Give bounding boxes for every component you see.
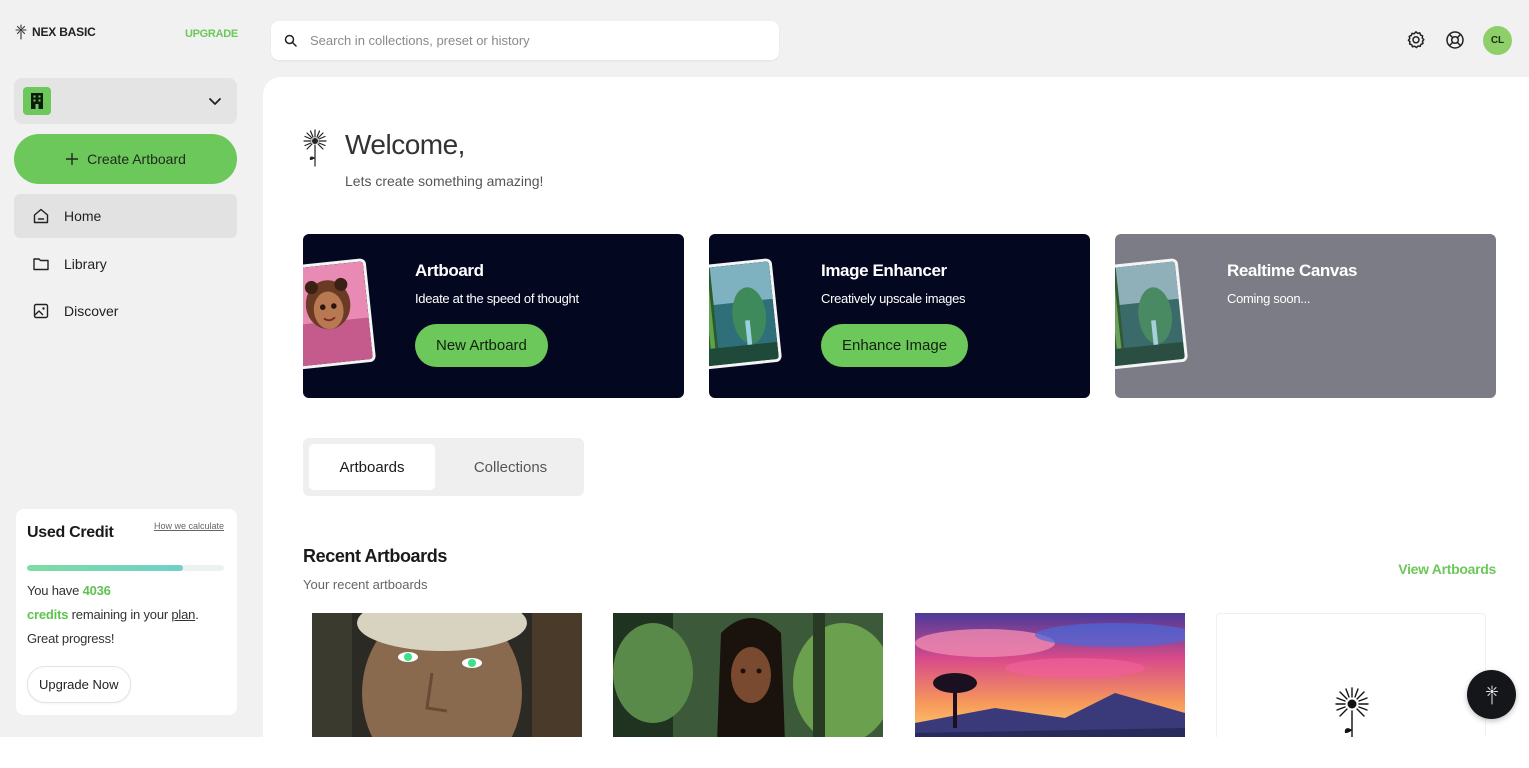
home-icon [33, 208, 49, 224]
flower-logo-icon [303, 129, 327, 167]
feature-title: Artboard [415, 261, 484, 280]
feature-card-realtime-canvas: Realtime Canvas Coming soon... [1115, 234, 1496, 398]
brand: NEX BASIC [14, 24, 96, 40]
canvas-thumbnail [1115, 257, 1189, 371]
create-artboard-button[interactable]: Create Artboard [14, 134, 237, 184]
flower-logo-icon [15, 24, 27, 40]
credit-text-mid: remaining in your [71, 607, 169, 622]
tab-bar: Artboards Collections [303, 438, 584, 496]
credit-progress-text: Great progress! [27, 631, 115, 646]
assistant-fab-button[interactable] [1467, 670, 1516, 719]
artboard-thumbnail [915, 613, 1185, 737]
search-icon [284, 34, 297, 47]
main-content: Welcome, Lets create something amazing! … [263, 77, 1529, 737]
sidebar-item-library[interactable]: Library [14, 242, 237, 286]
artboard-card[interactable] [915, 613, 1185, 737]
credit-credits-word: credits [27, 607, 69, 622]
gear-icon[interactable] [1406, 30, 1426, 50]
view-artboards-link[interactable]: View Artboards [1398, 561, 1496, 577]
feature-desc: Creatively upscale images [821, 291, 966, 306]
artboard-thumbnail [312, 613, 582, 737]
credit-text-prefix: You have [27, 583, 80, 598]
artboard-thumbnail [303, 257, 377, 371]
sidebar-item-discover[interactable]: Discover [14, 289, 237, 333]
credit-text-end: . [195, 607, 199, 622]
credit-progress-bar [27, 565, 224, 571]
feature-desc: Ideate at the speed of thought [415, 291, 579, 306]
sidebar-item-home[interactable]: Home [14, 194, 237, 238]
enhancer-thumbnail [709, 257, 783, 371]
credit-summary: You have 4036 credits remaining in your … [27, 579, 227, 651]
building-icon [23, 87, 51, 115]
welcome-subtitle: Lets create something amazing! [345, 173, 544, 189]
feature-title: Realtime Canvas [1227, 261, 1358, 280]
upgrade-now-button[interactable]: Upgrade Now [27, 666, 131, 703]
artboard-thumbnail [613, 613, 883, 737]
new-artboard-button[interactable]: New Artboard [415, 324, 548, 367]
search-bar[interactable] [271, 21, 779, 60]
sidebar-item-label: Discover [64, 303, 119, 319]
recent-artboards-subtitle: Your recent artboards [303, 577, 428, 592]
feature-card-image-enhancer: Image Enhancer Creatively upscale images… [709, 234, 1090, 398]
enhance-image-button[interactable]: Enhance Image [821, 324, 969, 367]
chevron-down-icon [209, 98, 221, 105]
welcome-title: Welcome, [345, 129, 465, 160]
image-icon [33, 303, 49, 319]
feature-desc: Coming soon... [1227, 291, 1311, 306]
sidebar: NEX BASIC UPGRADE Create Artboard Home L… [0, 0, 252, 737]
artboard-card[interactable] [613, 613, 883, 737]
help-lifebuoy-icon[interactable] [1445, 30, 1465, 50]
sidebar-item-label: Home [64, 208, 102, 224]
artboard-card[interactable] [312, 613, 582, 737]
flower-logo-icon [1485, 685, 1498, 704]
how-we-calculate-link[interactable]: How we calculate [154, 521, 224, 531]
plus-icon [66, 153, 79, 165]
credit-title: Used Credit [27, 524, 114, 541]
tab-artboards[interactable]: Artboards [309, 444, 435, 490]
credit-progress-fill [27, 565, 183, 571]
recent-artboards-title: Recent Artboards [303, 546, 447, 566]
artboard-card[interactable] [1216, 613, 1486, 737]
app-window: NEX BASIC UPGRADE Create Artboard Home L… [0, 0, 1529, 737]
used-credit-card: Used Credit How we calculate You have 40… [16, 509, 237, 715]
brand-name: NEX BASIC [32, 25, 96, 39]
tab-collections[interactable]: Collections [447, 444, 574, 490]
credit-amount: 4036 [82, 583, 111, 598]
feature-card-artboard: Artboard Ideate at the speed of thought … [303, 234, 684, 398]
folder-icon [33, 258, 49, 271]
search-input[interactable] [310, 33, 750, 48]
feature-title: Image Enhancer [821, 261, 947, 280]
user-avatar[interactable]: CL [1483, 26, 1512, 55]
upgrade-link[interactable]: UPGRADE [185, 28, 238, 40]
sidebar-item-label: Library [64, 256, 107, 272]
plan-link[interactable]: plan [171, 607, 195, 622]
flower-logo-icon [1335, 687, 1369, 737]
workspace-selector[interactable] [14, 78, 237, 124]
create-artboard-label: Create Artboard [87, 151, 186, 167]
